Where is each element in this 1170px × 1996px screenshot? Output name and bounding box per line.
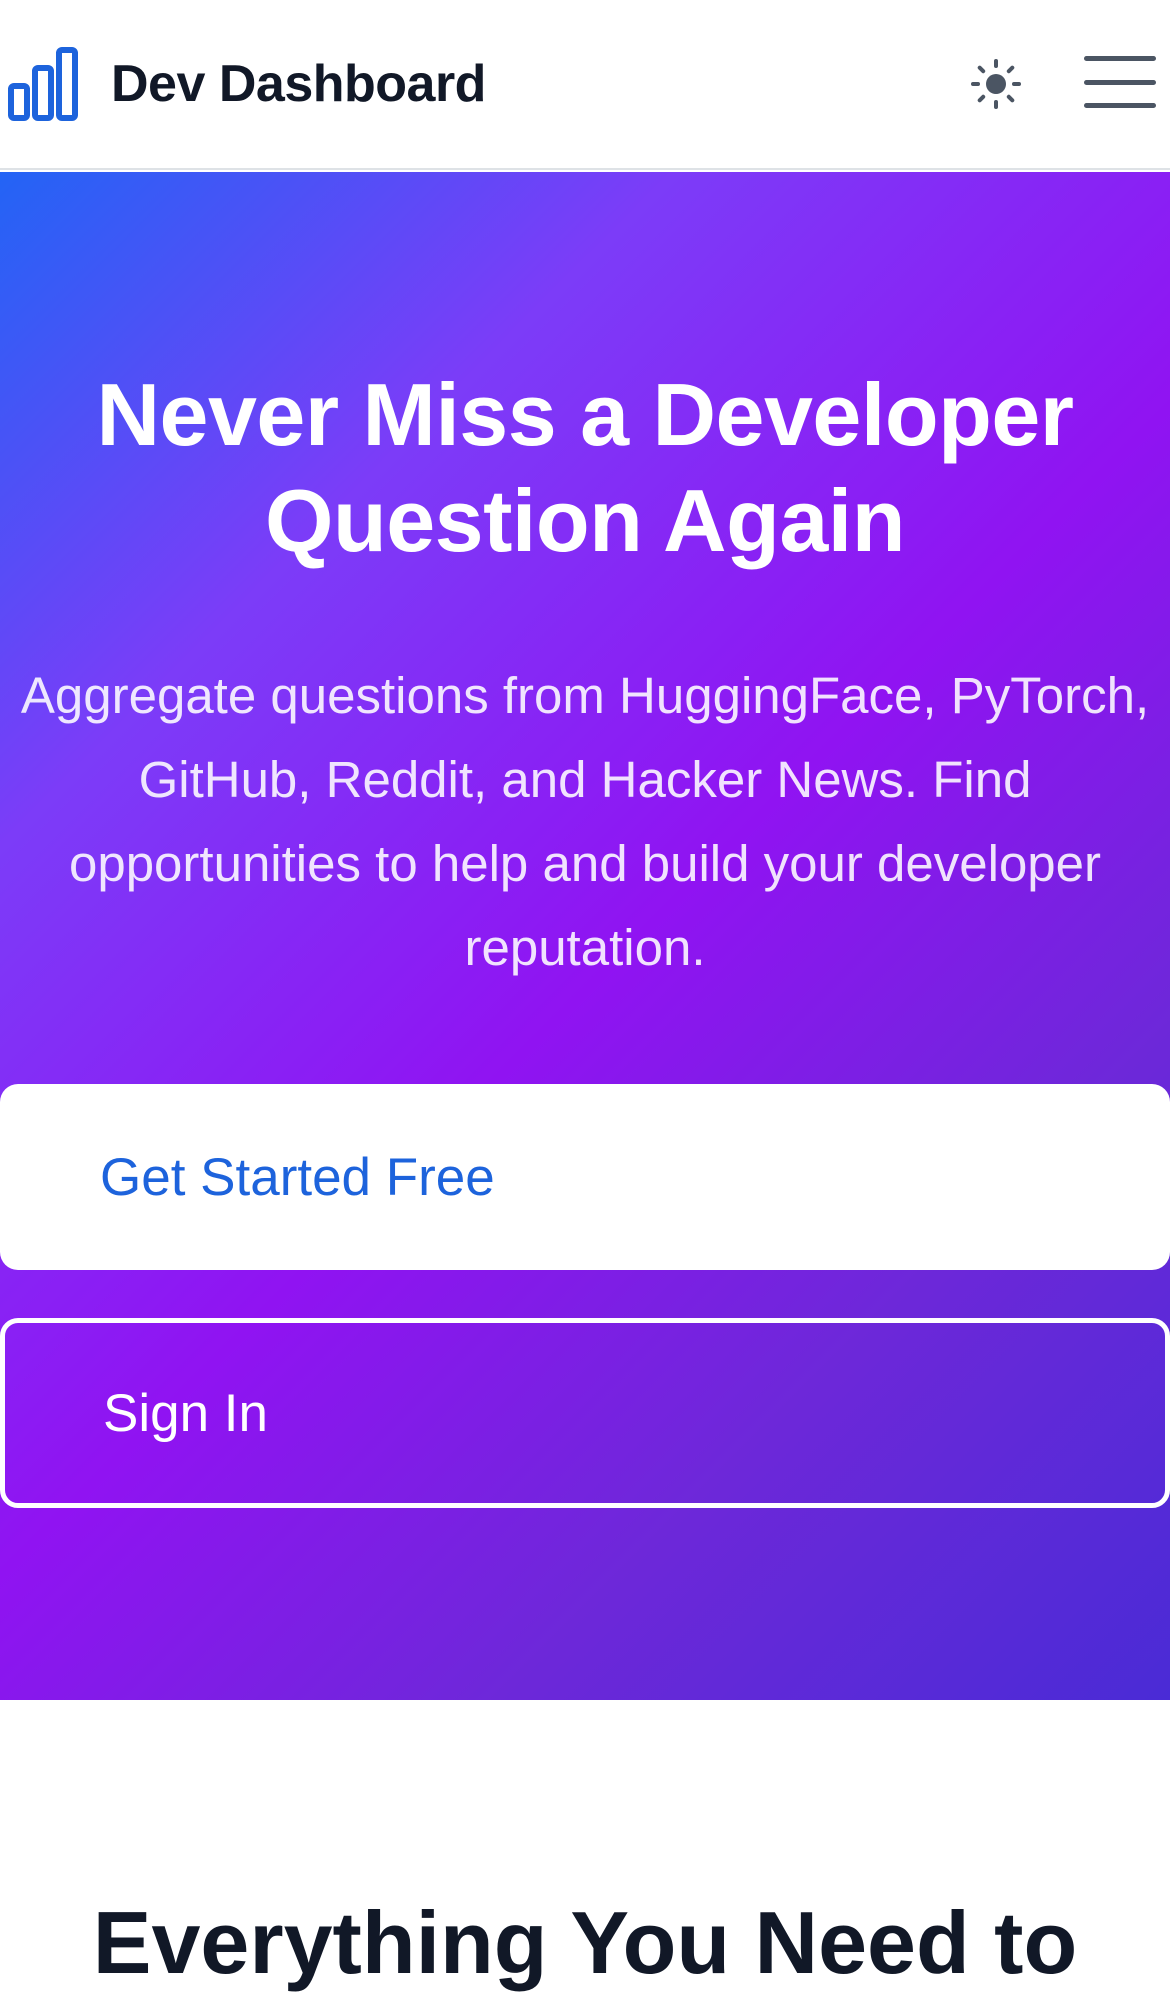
theme-toggle-button[interactable]	[966, 58, 1026, 110]
brand-name: Dev Dashboard	[111, 55, 486, 113]
hero-title: Never Miss a Developer Question Again	[96, 365, 1074, 570]
navbar: Dev Dashboard	[0, 0, 1170, 170]
hero-subtitle: Aggregate questions from HuggingFace, Py…	[20, 667, 1150, 976]
sun-icon	[971, 59, 1021, 109]
hamburger-line	[1084, 79, 1156, 85]
features-title: Everything You Need to	[92, 1893, 1078, 1992]
get-started-label: Get Started Free	[100, 1147, 495, 1207]
get-started-button[interactable]: Get Started Free	[0, 1084, 1170, 1270]
brand-link[interactable]: Dev Dashboard	[8, 46, 486, 122]
sign-in-label: Sign In	[103, 1383, 269, 1443]
hamburger-line	[1084, 103, 1156, 108]
bar-chart-icon	[8, 47, 78, 121]
hero-section: Never Miss a Developer Question Again Ag…	[0, 172, 1170, 1700]
hamburger-menu-button[interactable]	[1084, 50, 1160, 114]
sign-in-button[interactable]: Sign In	[0, 1318, 1170, 1508]
hamburger-line	[1084, 56, 1156, 61]
